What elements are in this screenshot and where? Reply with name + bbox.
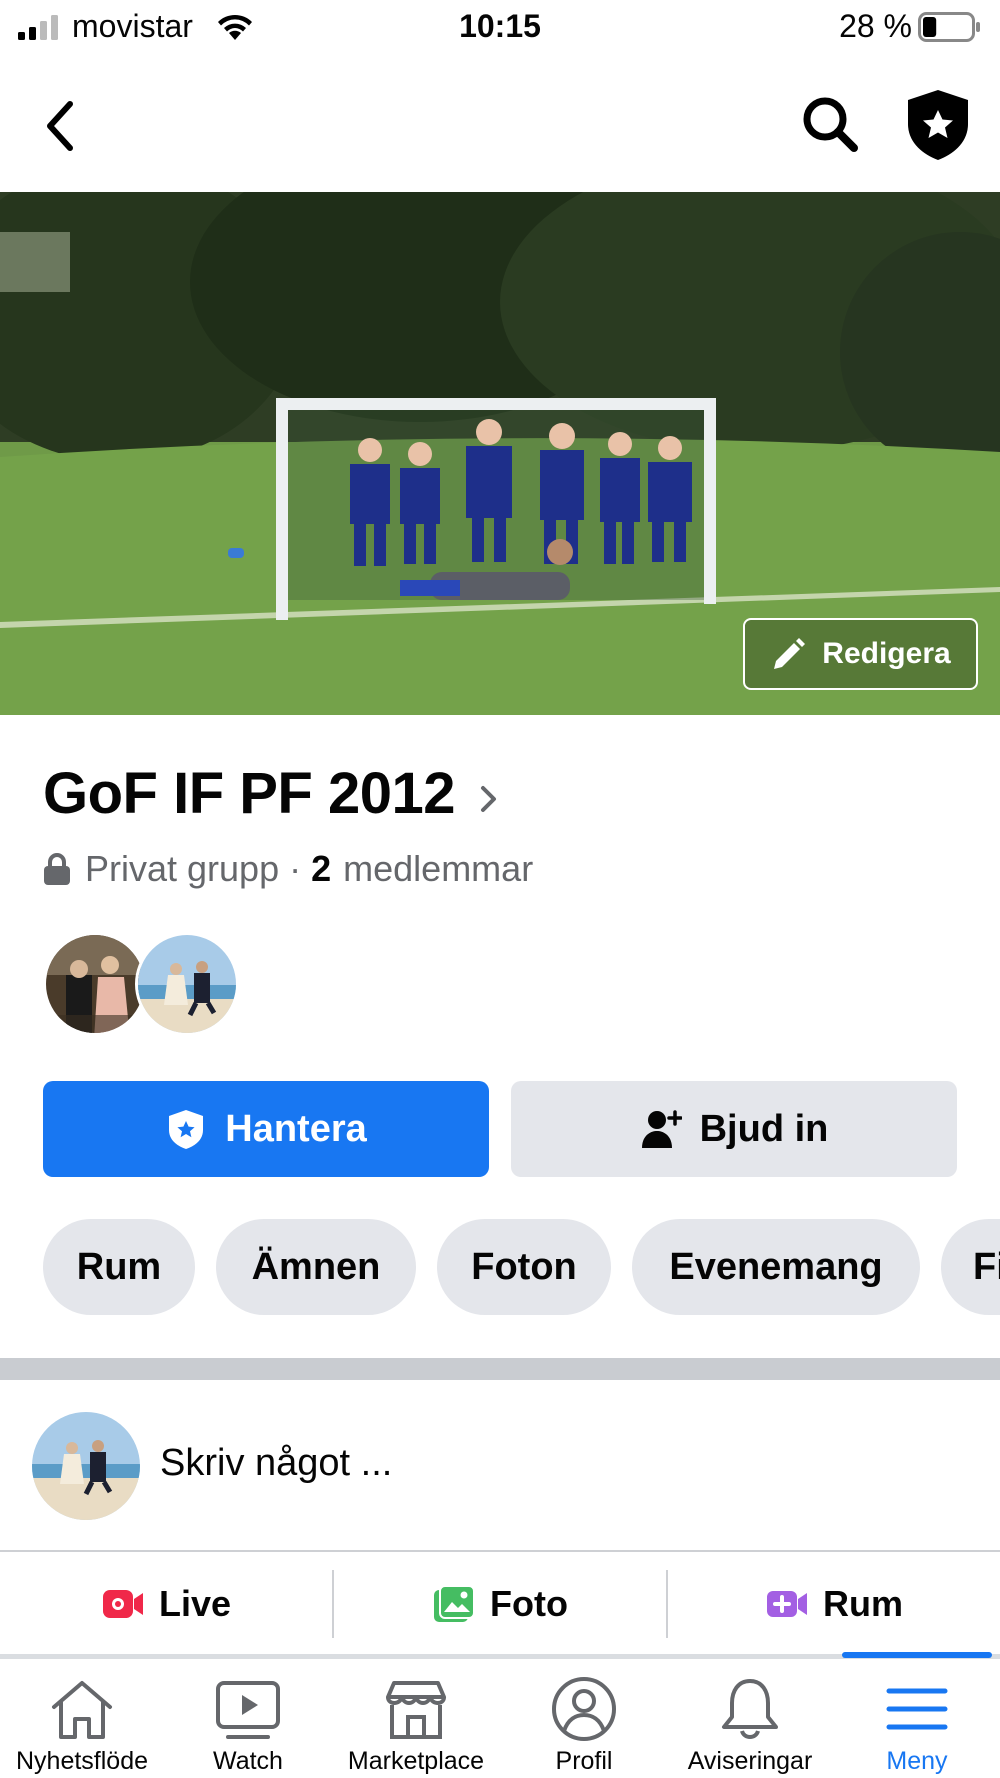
admin-shield-icon[interactable] (902, 86, 974, 162)
room-label: Rum (823, 1583, 903, 1624)
photo-button[interactable]: Foto (334, 1554, 666, 1654)
edit-cover-button[interactable]: Redigera (743, 618, 978, 690)
photo-label: Foto (490, 1583, 568, 1624)
chip-evenemang[interactable]: Evenemang (632, 1219, 920, 1315)
live-video-icon (102, 1590, 143, 1618)
tab-notifications[interactable]: Aviseringar (668, 1659, 832, 1778)
tab-label: Watch (213, 1747, 283, 1775)
tab-marketplace[interactable]: Marketplace (332, 1659, 500, 1778)
chip-amnen[interactable]: Ämnen (216, 1219, 416, 1315)
invite-button[interactable]: Bjud in (511, 1081, 957, 1177)
group-tabs: Rum Ämnen Foton Evenemang Fi (43, 1219, 1000, 1315)
chip-label: Evenemang (669, 1245, 883, 1288)
battery-icon (918, 12, 980, 42)
chip-label: Ämnen (251, 1245, 381, 1288)
group-meta: Privat grupp · 2 medlemmar (43, 848, 533, 890)
tab-profile[interactable]: Profil (502, 1659, 666, 1778)
section-divider (0, 1358, 1000, 1380)
manage-button[interactable]: Hantera (43, 1081, 489, 1177)
marketplace-icon (386, 1681, 446, 1739)
post-actions: Live Foto Rum (0, 1554, 1000, 1654)
member-count[interactable]: 2 (311, 848, 331, 890)
privacy-label: Privat grupp (85, 848, 280, 889)
tab-menu[interactable]: Meny (834, 1659, 1000, 1778)
avatar-photo (46, 935, 144, 1033)
avatar[interactable] (43, 932, 147, 1036)
admin-shield-icon (169, 1110, 204, 1149)
menu-icon (886, 1688, 948, 1730)
pencil-icon (774, 638, 806, 669)
avatar[interactable] (135, 932, 239, 1036)
group-name[interactable]: GoF IF PF 2012 (43, 760, 456, 827)
tab-newsfeed[interactable]: Nyhetsflöde (0, 1659, 164, 1778)
room-video-icon (767, 1591, 807, 1617)
invite-label: Bjud in (699, 1107, 829, 1150)
photo-icon (434, 1585, 476, 1622)
member-avatars[interactable] (43, 932, 253, 1036)
tab-label: Aviseringar (687, 1747, 813, 1775)
bottom-tab-bar: Nyhetsflöde Watch Marketplace Profil Avi… (0, 1652, 1000, 1778)
nav-bar (0, 56, 1000, 192)
room-button[interactable]: Rum (668, 1554, 1000, 1654)
post-composer[interactable]: Skriv något ... (0, 1380, 1000, 1552)
group-title-row[interactable]: GoF IF PF 2012 (43, 760, 501, 827)
add-person-icon (641, 1110, 682, 1148)
edit-cover-label: Redigera (822, 637, 951, 670)
chip-files[interactable]: Fi (941, 1219, 1000, 1315)
tab-label: Nyhetsflöde (15, 1747, 149, 1775)
search-icon[interactable] (798, 92, 862, 156)
chip-label: Fi (973, 1245, 1000, 1288)
chip-label: Foton (471, 1245, 577, 1288)
profile-icon (552, 1677, 616, 1741)
live-button[interactable]: Live (0, 1554, 332, 1654)
avatar (32, 1412, 140, 1520)
lock-icon (44, 853, 70, 885)
chip-rum[interactable]: Rum (43, 1219, 195, 1315)
manage-label: Hantera (225, 1107, 367, 1150)
group-actions: Hantera Bjud in (43, 1081, 958, 1177)
live-label: Live (158, 1583, 232, 1624)
meta-separator: · (289, 848, 302, 889)
avatar-photo (32, 1412, 140, 1520)
avatar-photo (138, 935, 236, 1033)
tab-watch[interactable]: Watch (166, 1659, 330, 1778)
chevron-left-icon[interactable] (36, 96, 86, 156)
bell-icon (722, 1679, 778, 1739)
tab-label: Marketplace (347, 1747, 485, 1775)
tab-label: Profil (555, 1747, 613, 1775)
chip-foton[interactable]: Foton (437, 1219, 611, 1315)
watch-icon (216, 1681, 280, 1739)
home-icon (52, 1681, 112, 1739)
status-bar: movistar 10:15 28 % (0, 0, 1000, 56)
cover-photo[interactable]: Redigera (0, 192, 1000, 715)
tab-label: Meny (886, 1747, 948, 1775)
battery-percent: 28 % (839, 8, 912, 44)
member-word[interactable]: medlemmar (343, 848, 533, 890)
active-tab-indicator (842, 1652, 992, 1658)
composer-input[interactable]: Skriv något ... (160, 1442, 392, 1485)
chevron-right-icon[interactable] (477, 782, 501, 816)
chip-label: Rum (76, 1245, 162, 1288)
